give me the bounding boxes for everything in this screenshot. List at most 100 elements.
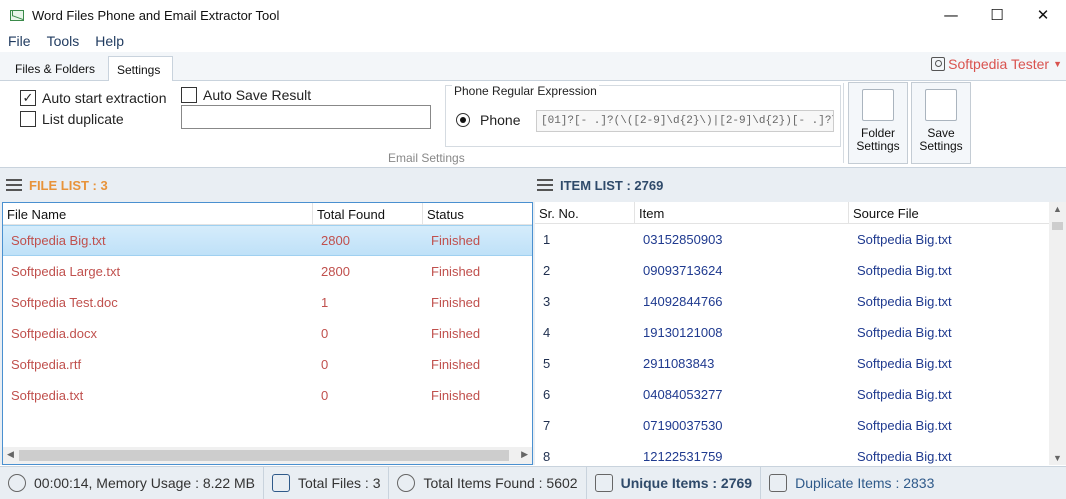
table-row[interactable]: 5 2911083843 Softpedia Big.txt [535, 348, 1066, 379]
email-settings-group-label: Email Settings [388, 151, 465, 165]
time-memory-text: 00:00:14, Memory Usage : 8.22 MB [34, 475, 255, 491]
tab-settings[interactable]: Settings [108, 56, 173, 82]
user-menu[interactable]: Softpedia Tester ▼ [931, 56, 1062, 72]
col-source-file[interactable]: Source File [849, 202, 1049, 224]
table-row[interactable]: Softpedia Test.doc 1 Finished [3, 287, 532, 318]
source-file-cell: Softpedia Big.txt [857, 325, 952, 340]
status-unique-items: Unique Items : 2769 [587, 467, 762, 499]
maximize-button[interactable]: ☐ [974, 0, 1020, 30]
chevron-right-icon[interactable]: ▶ [521, 449, 528, 460]
item-list-table: Sr. No. Item Source File 1 03152850903 S… [535, 202, 1066, 465]
sr-no-cell: 3 [543, 294, 551, 309]
phone-regex-group: Phone Regular Expression Phone [01]?[- .… [445, 84, 841, 147]
chevron-down-icon: ▼ [1053, 59, 1062, 69]
status-cell: Finished [431, 357, 481, 372]
user-icon [931, 57, 946, 71]
source-file-cell: Softpedia Big.txt [857, 294, 952, 309]
list-icon [6, 179, 22, 191]
chevron-left-icon[interactable]: ◀ [7, 449, 14, 460]
status-duplicate-items: Duplicate Items : 2833 [761, 467, 942, 499]
folder-settings-label: Folder Settings [856, 126, 900, 153]
total-found-cell: 0 [321, 357, 329, 372]
col-total-found[interactable]: Total Found [313, 203, 423, 225]
phone-radio[interactable] [456, 113, 470, 127]
source-file-cell: Softpedia Big.txt [857, 418, 952, 433]
col-sr-no[interactable]: Sr. No. [535, 202, 635, 224]
duplicate-icon [769, 474, 788, 492]
source-file-cell: Softpedia Big.txt [857, 263, 952, 278]
menu-file[interactable]: File [0, 33, 39, 49]
table-row[interactable]: 3 14092844766 Softpedia Big.txt [535, 286, 1066, 317]
folder-settings-icon [862, 89, 894, 121]
auto-start-option[interactable]: Auto start extraction [20, 90, 167, 106]
item-cell: 12122531759 [643, 449, 723, 464]
item-cell: 19130121008 [643, 325, 723, 340]
folder-settings-button[interactable]: Folder Settings [848, 82, 908, 164]
list-duplicate-checkbox[interactable] [20, 111, 36, 127]
tab-files-folders[interactable]: Files & Folders [7, 56, 103, 81]
auto-save-label: Auto Save Result [203, 87, 312, 103]
auto-save-checkbox[interactable] [181, 87, 197, 103]
save-path-input[interactable] [181, 105, 431, 129]
list-duplicate-option[interactable]: List duplicate [20, 111, 124, 127]
item-list-title: ITEM LIST : 2769 [560, 177, 664, 193]
item-cell: 07190037530 [643, 418, 723, 433]
list-duplicate-label: List duplicate [42, 111, 124, 127]
item-cell: 04084053277 [643, 387, 723, 402]
duplicate-items-text: Duplicate Items : 2833 [795, 475, 935, 491]
sr-no-cell: 8 [543, 449, 551, 464]
table-row[interactable]: Softpedia.docx 0 Finished [3, 318, 532, 349]
auto-save-option[interactable]: Auto Save Result [181, 87, 311, 103]
status-bar: 00:00:14, Memory Usage : 8.22 MB Total F… [0, 466, 1066, 499]
vertical-scrollbar[interactable]: ▲ ▼ [1049, 202, 1066, 465]
scrollbar-thumb[interactable] [19, 450, 509, 461]
status-total-items: Total Items Found : 5602 [389, 467, 587, 499]
close-button[interactable]: ✕ [1020, 0, 1066, 30]
table-row[interactable]: 7 07190037530 Softpedia Big.txt [535, 410, 1066, 441]
at-sign-icon [397, 474, 416, 492]
total-found-cell: 2800 [321, 264, 350, 279]
file-name-cell: Softpedia Test.doc [11, 295, 118, 310]
table-row[interactable]: 2 09093713624 Softpedia Big.txt [535, 255, 1066, 286]
clock-icon [8, 474, 26, 492]
ribbon-separator [843, 83, 844, 163]
minimize-button[interactable]: — [928, 0, 974, 30]
menu-tools[interactable]: Tools [39, 33, 88, 49]
phone-option[interactable]: Phone [456, 112, 520, 128]
file-icon [272, 474, 290, 492]
phone-regex-input[interactable]: [01]?[- .]?(\([2-9]\d{2}\)|[2-9]\d{2})[-… [536, 110, 834, 132]
table-row[interactable]: Softpedia.rtf 0 Finished [3, 349, 532, 380]
horizontal-scrollbar[interactable]: ◀ ▶ [3, 447, 532, 464]
app-mail-icon [10, 9, 24, 21]
total-found-cell: 0 [321, 326, 329, 341]
auto-start-checkbox[interactable] [20, 90, 36, 106]
save-settings-icon [925, 89, 957, 121]
tab-strip: Files & Folders Settings Softpedia Teste… [0, 52, 1066, 82]
save-settings-button[interactable]: Save Settings [911, 82, 971, 164]
item-cell: 14092844766 [643, 294, 723, 309]
sr-no-cell: 4 [543, 325, 551, 340]
file-list-table: File Name Total Found Status Softpedia B… [2, 202, 533, 465]
menu-help[interactable]: Help [87, 33, 132, 49]
table-row[interactable]: 4 19130121008 Softpedia Big.txt [535, 317, 1066, 348]
col-item[interactable]: Item [635, 202, 849, 224]
source-file-cell: Softpedia Big.txt [857, 232, 952, 247]
table-row[interactable]: 6 04084053277 Softpedia Big.txt [535, 379, 1066, 410]
table-row[interactable]: Softpedia.txt 0 Finished [3, 380, 532, 411]
table-row[interactable]: 1 03152850903 Softpedia Big.txt [535, 224, 1066, 255]
unique-icon [594, 474, 613, 492]
file-list-columns: File Name Total Found Status [3, 203, 532, 225]
col-status[interactable]: Status [423, 203, 532, 225]
table-row[interactable]: Softpedia Big.txt 2800 Finished [3, 225, 532, 256]
sr-no-cell: 7 [543, 418, 551, 433]
auto-start-label: Auto start extraction [42, 90, 167, 106]
table-row[interactable]: Softpedia Large.txt 2800 Finished [3, 256, 532, 287]
sr-no-cell: 6 [543, 387, 551, 402]
scrollbar-thumb[interactable] [1052, 222, 1063, 230]
chevron-up-icon[interactable]: ▲ [1053, 204, 1062, 214]
col-file-name[interactable]: File Name [3, 203, 313, 225]
chevron-down-icon[interactable]: ▼ [1053, 453, 1062, 463]
file-list-title: FILE LIST : 3 [29, 177, 108, 193]
table-row[interactable]: 8 12122531759 Softpedia Big.txt [535, 441, 1066, 465]
item-list-header: ITEM LIST : 2769 [537, 168, 663, 202]
